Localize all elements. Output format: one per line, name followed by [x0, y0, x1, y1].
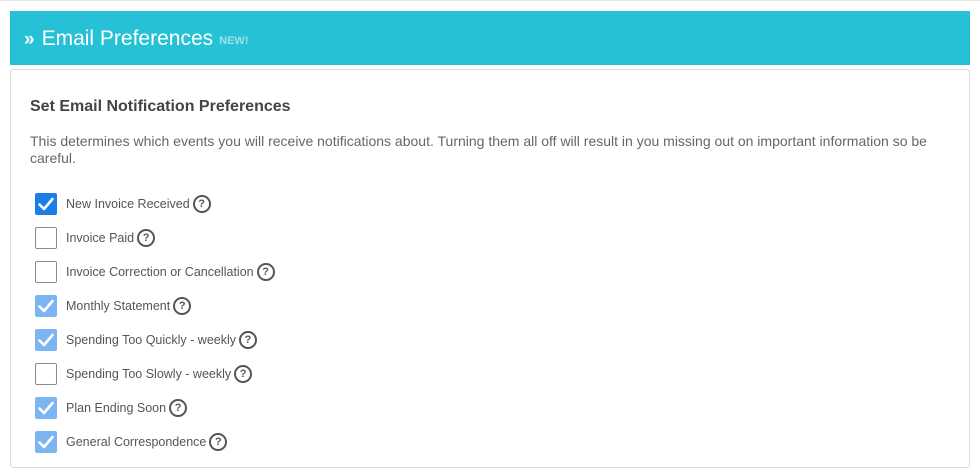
invoice-paid-checkbox[interactable]: [35, 227, 57, 249]
section-title: Set Email Notification Preferences: [30, 98, 291, 115]
plan-ending-soon-checkbox[interactable]: [35, 397, 57, 419]
question-circle-icon[interactable]: ?: [256, 263, 275, 281]
pref-label: Invoice Paid: [66, 231, 135, 245]
preferences-list: New Invoice Received ? Invoice Paid ? In…: [35, 187, 275, 459]
question-circle-icon[interactable]: ?: [209, 433, 228, 451]
checkmark-icon: [38, 333, 54, 347]
question-circle-icon[interactable]: ?: [192, 195, 211, 213]
section-description: This determines which events you will re…: [30, 133, 927, 166]
monthly-statement-checkbox[interactable]: [35, 295, 57, 317]
checkmark-icon: [38, 299, 54, 313]
top-divider: [0, 0, 980, 1]
preferences-panel: Set Email Notification Preferences This …: [10, 69, 970, 468]
pref-new-invoice-received: New Invoice Received ?: [35, 187, 275, 221]
pref-spending-too-quickly: Spending Too Quickly - weekly ?: [35, 323, 275, 357]
pref-label: Spending Too Slowly - weekly: [66, 367, 232, 381]
question-circle-icon[interactable]: ?: [137, 229, 156, 247]
invoice-correction-checkbox[interactable]: [35, 261, 57, 283]
checkmark-icon: [38, 197, 54, 211]
email-preferences-header[interactable]: » Email Preferences NEW!: [10, 11, 970, 65]
pref-label: General Correspondence: [66, 435, 207, 449]
pref-spending-too-slowly: Spending Too Slowly - weekly ?: [35, 357, 275, 391]
pref-label: Spending Too Quickly - weekly: [66, 333, 236, 347]
question-circle-icon[interactable]: ?: [173, 297, 192, 315]
header-title: Email Preferences: [41, 26, 214, 50]
new-badge: NEW!: [219, 35, 249, 47]
general-correspondence-checkbox[interactable]: [35, 431, 57, 453]
new-invoice-received-checkbox[interactable]: [35, 193, 57, 215]
pref-label: Monthly Statement: [66, 299, 171, 313]
spending-too-slowly-checkbox[interactable]: [35, 363, 57, 385]
question-circle-icon[interactable]: ?: [239, 331, 257, 349]
checkmark-icon: [38, 435, 54, 449]
pref-general-correspondence: General Correspondence ?: [35, 425, 275, 459]
pref-label: Invoice Correction or Cancellation: [66, 265, 254, 279]
pref-label: Plan Ending Soon: [66, 401, 167, 415]
pref-plan-ending-soon: Plan Ending Soon ?: [35, 391, 275, 425]
pref-invoice-paid: Invoice Paid ?: [35, 221, 275, 255]
double-chevron-right-icon: »: [24, 28, 35, 50]
pref-label: New Invoice Received: [66, 197, 190, 211]
question-circle-icon[interactable]: ?: [169, 399, 188, 417]
spending-too-quickly-checkbox[interactable]: [35, 329, 57, 351]
question-circle-icon[interactable]: ?: [234, 365, 253, 383]
checkmark-icon: [38, 401, 54, 415]
pref-invoice-correction: Invoice Correction or Cancellation ?: [35, 255, 275, 289]
pref-monthly-statement: Monthly Statement ?: [35, 289, 275, 323]
